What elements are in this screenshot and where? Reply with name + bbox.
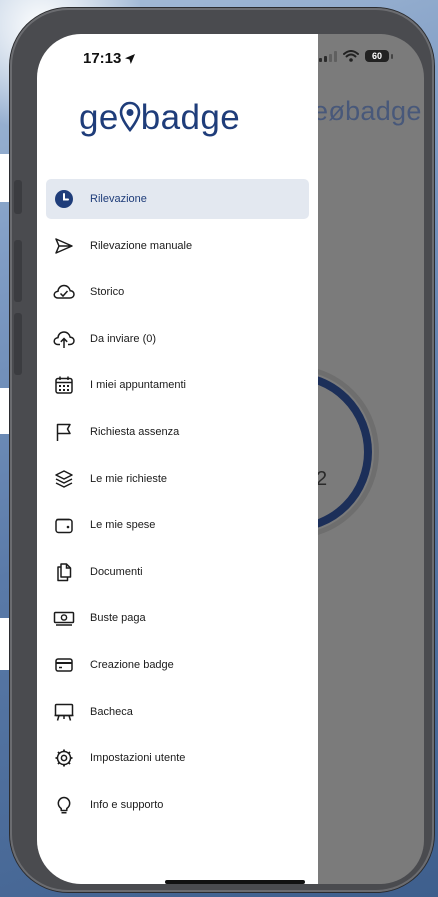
- time-text: 17:13: [83, 50, 122, 67]
- documents-icon: [53, 561, 75, 583]
- logo-text-suffix: badge: [140, 98, 241, 137]
- volume-down-button: [14, 313, 22, 375]
- banknote-icon: [53, 607, 75, 629]
- navigation-drawer: 17:13 ge badge Rilevazione Rilevazione m…: [37, 34, 318, 884]
- location-arrow-icon: [125, 53, 136, 64]
- menu-item-rilevazione[interactable]: Rilevazione: [46, 179, 309, 219]
- battery-tip: [391, 53, 393, 59]
- menu-item-storico[interactable]: Storico: [46, 272, 309, 312]
- clock-icon: [53, 188, 75, 210]
- menu-item-label: Rilevazione: [90, 193, 147, 205]
- menu-item-da-inviare[interactable]: Da inviare (0): [46, 319, 309, 359]
- menu-item-info-supporto[interactable]: Info e supporto: [46, 785, 309, 825]
- phone-frame: eøbadge 2 60 17:13 ge badge Rilevazione …: [10, 8, 434, 892]
- menu-item-label: Creazione badge: [90, 658, 174, 671]
- calendar-icon: [53, 374, 75, 396]
- menu-item-bacheca[interactable]: Bacheca: [46, 692, 309, 732]
- menu-item-label: Rilevazione manuale: [90, 239, 193, 252]
- wifi-icon: [343, 50, 359, 62]
- menu-item-rilevazione-manuale[interactable]: Rilevazione manuale: [46, 226, 309, 266]
- screen: eøbadge 2 60 17:13 ge badge Rilevazione …: [37, 34, 424, 884]
- menu-item-label: Le mie spese: [90, 519, 156, 532]
- background-app-logo: eøbadge: [313, 96, 422, 126]
- menu-item-le-mie-richieste[interactable]: Le mie richieste: [46, 459, 309, 499]
- volume-up-button: [14, 240, 22, 302]
- battery-icon: 60: [365, 50, 389, 62]
- flag-icon: [53, 421, 75, 443]
- silent-switch: [14, 180, 22, 214]
- credit-card-icon: [53, 654, 75, 676]
- status-time: 17:13: [83, 50, 136, 67]
- home-indicator[interactable]: [165, 880, 305, 884]
- layers-icon: [53, 468, 75, 490]
- menu-item-appuntamenti[interactable]: I miei appuntamenti: [46, 365, 309, 405]
- lightbulb-icon: [53, 794, 75, 816]
- menu-item-label: Da inviare (0): [90, 332, 157, 345]
- menu-item-label: Info e supporto: [90, 798, 164, 811]
- menu-item-richiesta-assenza[interactable]: Richiesta assenza: [46, 412, 309, 452]
- cloud-check-icon: [53, 281, 75, 303]
- menu-item-label: Le mie richieste: [90, 472, 168, 485]
- menu-item-label: Bacheca: [90, 705, 133, 718]
- menu-item-documenti[interactable]: Documenti: [46, 552, 309, 592]
- menu-item-creazione-badge[interactable]: Creazione badge: [46, 645, 309, 685]
- menu-item-label: Buste paga: [90, 612, 146, 625]
- menu-item-label: Richiesta assenza: [90, 425, 180, 438]
- logo-text-prefix: ge: [79, 98, 119, 137]
- location-pin-icon: [119, 101, 141, 133]
- menu-item-buste-paga[interactable]: Buste paga: [46, 598, 309, 638]
- signal-icon: [319, 50, 337, 62]
- app-logo: ge badge: [79, 98, 240, 138]
- status-indicators: 60: [319, 50, 393, 62]
- drawer-menu: Rilevazione Rilevazione manuale Storico: [46, 179, 309, 831]
- gear-icon: [53, 747, 75, 769]
- cloud-upload-icon: [53, 328, 75, 350]
- menu-item-label: I miei appuntamenti: [90, 379, 186, 392]
- menu-item-label: Impostazioni utente: [90, 752, 186, 765]
- easel-icon: [53, 701, 75, 723]
- menu-item-le-mie-spese[interactable]: Le mie spese: [46, 505, 309, 545]
- send-icon: [53, 235, 75, 257]
- menu-item-impostazioni-utente[interactable]: Impostazioni utente: [46, 738, 309, 778]
- menu-item-label: Documenti: [90, 565, 143, 578]
- menu-item-label: Storico: [90, 286, 125, 299]
- wallet-icon: [53, 514, 75, 536]
